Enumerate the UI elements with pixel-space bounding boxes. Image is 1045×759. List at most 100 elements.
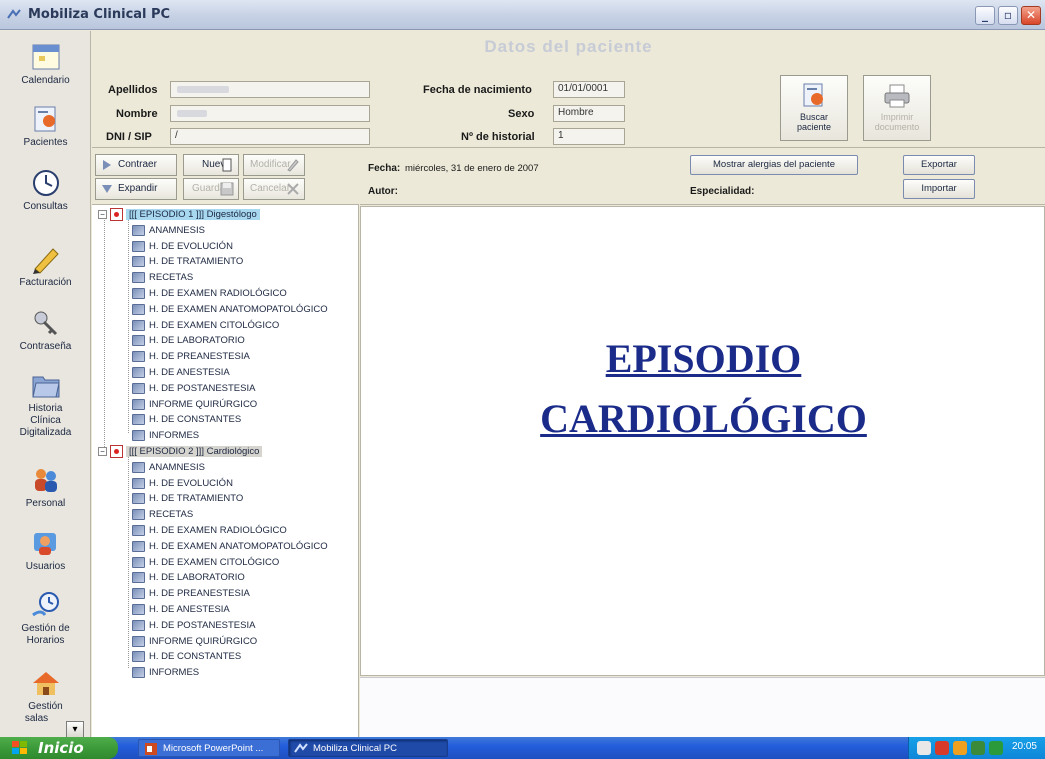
tree-node[interactable]: ANAMNESIS	[132, 223, 205, 238]
tree-node[interactable]: H. DE EXAMEN CITOLÓGICO	[132, 318, 279, 333]
tree-episode[interactable]: − [[[ EPISODIO 2 ]]] Cardiológico	[98, 444, 263, 459]
sidebar-item-gestion-salas[interactable]: Gestión salas	[0, 667, 91, 725]
task-mobiliza[interactable]: Mobiliza Clinical PC	[288, 739, 448, 757]
task-label: Microsoft PowerPoint ...	[163, 743, 264, 754]
document-viewer[interactable]: EPISODIO CARDIOLÓGICO	[360, 206, 1045, 676]
tree-node[interactable]: H. DE EXAMEN ANATOMOPATOLÓGICO	[132, 539, 328, 554]
modificar-button[interactable]: Modificar	[243, 154, 305, 176]
collapse-toggle-icon[interactable]: −	[98, 209, 107, 219]
maximize-button[interactable]: ▫	[998, 6, 1018, 25]
collapse-icon	[103, 160, 111, 170]
tree-node[interactable]: H. DE EXAMEN RADIOLÓGICO	[132, 523, 287, 538]
importar-button[interactable]: Importar	[903, 179, 975, 199]
sidebar-item-pacientes[interactable]: Pacientes	[0, 103, 91, 149]
dni-field[interactable]: /	[170, 128, 370, 145]
tree-node[interactable]: INFORME QUIRÚRGICO	[132, 634, 257, 649]
tree-node-label: H. DE TRATAMIENTO	[149, 493, 244, 505]
tree-node-label: H. DE EXAMEN ANATOMOPATOLÓGICO	[149, 303, 328, 315]
tree-node[interactable]: H. DE ANESTESIA	[132, 602, 230, 617]
tree-node[interactable]: ANAMNESIS	[132, 460, 205, 475]
sidebar-item-gestion-horarios[interactable]: Gestión de Horarios	[0, 589, 91, 647]
expandir-button[interactable]: Expandir	[95, 178, 177, 200]
tree-node[interactable]: H. DE EXAMEN CITOLÓGICO	[132, 555, 279, 570]
tree-node[interactable]: H. DE TRATAMIENTO	[132, 254, 243, 269]
tree-node[interactable]: H. DE PREANESTESIA	[132, 586, 250, 601]
tree-node-label: RECETAS	[149, 272, 194, 284]
tree-node[interactable]: H. DE LABORATORIO	[132, 570, 245, 585]
search-patient-icon	[803, 83, 823, 107]
collapse-toggle-icon[interactable]: −	[98, 446, 107, 456]
exportar-button[interactable]: Exportar	[903, 155, 975, 175]
sidebar-item-label: Facturación	[19, 277, 72, 288]
document-icon	[132, 287, 145, 299]
sidebar-item-facturacion[interactable]: Facturación	[0, 243, 91, 289]
tray-security-icon[interactable]	[935, 741, 949, 755]
task-powerpoint[interactable]: Microsoft PowerPoint ...	[138, 739, 280, 757]
tray-update-icon[interactable]	[953, 741, 967, 755]
imprimir-documento-button[interactable]: Imprimir documento	[863, 75, 931, 141]
tree-node[interactable]: RECETAS	[132, 507, 193, 522]
document-icon	[132, 430, 145, 442]
sidebar-item-calendario[interactable]: Calendario	[0, 41, 91, 87]
tray-network-icon[interactable]	[917, 741, 931, 755]
sidebar-item-label-line1: Gestión de	[21, 623, 70, 634]
system-tray: 20:05	[908, 737, 1045, 759]
tree-node[interactable]: H. DE PREANESTESIA	[132, 349, 250, 364]
sexo-label: Sexo	[508, 108, 535, 120]
apellidos-field[interactable]	[170, 81, 370, 98]
tray-messenger-icon[interactable]	[971, 741, 985, 755]
contraer-button[interactable]: Contraer	[95, 154, 177, 176]
tree-episode[interactable]: − [[[ EPISODIO 1 ]]] Digestólogo	[98, 207, 260, 222]
keys-icon	[34, 311, 57, 336]
tree-node[interactable]: H. DE ANESTESIA	[132, 365, 230, 380]
tree-node[interactable]: H. DE LABORATORIO	[132, 333, 245, 348]
mostrar-alergias-button[interactable]: Mostrar alergias del paciente	[690, 155, 858, 175]
tree-toolbar: Contraer Expandir Nuevo Guardar Modifica…	[92, 149, 359, 205]
fecha-nacimiento-field[interactable]: 01/01/0001	[553, 81, 625, 98]
pencil-icon	[32, 248, 59, 274]
tree-node-label: H. DE EVOLUCIÓN	[149, 477, 233, 489]
tree-node[interactable]: H. DE POSTANESTESIA	[132, 381, 255, 396]
tree-node-label: H. DE EXAMEN ANATOMOPATOLÓGICO	[149, 540, 328, 552]
tree-node[interactable]: H. DE EXAMEN RADIOLÓGICO	[132, 286, 287, 301]
buscar-paciente-button[interactable]: Buscar paciente	[780, 75, 848, 141]
cancelar-label: Cancelar	[250, 183, 291, 194]
tree-node[interactable]: H. DE TRATAMIENTO	[132, 491, 243, 506]
sexo-field[interactable]: Hombre	[553, 105, 625, 122]
tree-node[interactable]: H. DE EXAMEN ANATOMOPATOLÓGICO	[132, 302, 328, 317]
tree-node[interactable]: H. DE CONSTANTES	[132, 649, 241, 664]
nombre-field[interactable]	[170, 105, 370, 122]
title-bar[interactable]: Mobiliza Clinical PC _ ▫ ✕	[0, 0, 1045, 30]
sidebar-item-personal[interactable]: Personal	[0, 464, 91, 510]
window-title: Mobiliza Clinical PC	[28, 7, 171, 22]
sidebar-item-contrasena[interactable]: Contraseña	[0, 307, 91, 353]
patient-icon	[34, 106, 55, 132]
tree-node-label: ANAMNESIS	[149, 224, 205, 236]
tree-node[interactable]: RECETAS	[132, 270, 193, 285]
sidebar-item-usuarios[interactable]: Usuarios	[0, 527, 91, 573]
minimize-button[interactable]: _	[975, 6, 995, 25]
tree-node[interactable]: H. DE CONSTANTES	[132, 412, 241, 427]
tree-node[interactable]: H. DE EVOLUCIÓN	[132, 239, 233, 254]
calendar-icon	[32, 44, 59, 70]
tree-node[interactable]: INFORME QUIRÚRGICO	[132, 397, 257, 412]
guardar-button[interactable]: Guardar	[183, 178, 239, 200]
tree-node[interactable]: INFORMES	[132, 665, 199, 680]
close-button[interactable]: ✕	[1021, 6, 1041, 25]
tree-node-label: INFORMES	[149, 667, 200, 679]
document-icon	[132, 303, 145, 315]
sidebar-item-consultas[interactable]: Consultas	[0, 167, 91, 213]
historial-field[interactable]: 1	[553, 128, 625, 145]
sidebar-item-historia-clinica[interactable]: Historia Clínica Digitalizada	[0, 369, 91, 439]
tree-node[interactable]: H. DE POSTANESTESIA	[132, 618, 255, 633]
cancel-icon	[287, 183, 299, 195]
tree-node[interactable]: INFORMES	[132, 428, 199, 443]
task-label: Mobiliza Clinical PC	[313, 743, 397, 754]
tray-app-icon[interactable]	[989, 741, 1003, 755]
cancelar-button[interactable]: Cancelar	[243, 178, 305, 200]
nuevo-button[interactable]: Nuevo	[183, 154, 239, 176]
episode-icon	[110, 444, 123, 458]
people-icon	[34, 469, 57, 492]
start-button[interactable]: Inicio	[0, 737, 118, 759]
tree-node[interactable]: H. DE EVOLUCIÓN	[132, 476, 233, 491]
